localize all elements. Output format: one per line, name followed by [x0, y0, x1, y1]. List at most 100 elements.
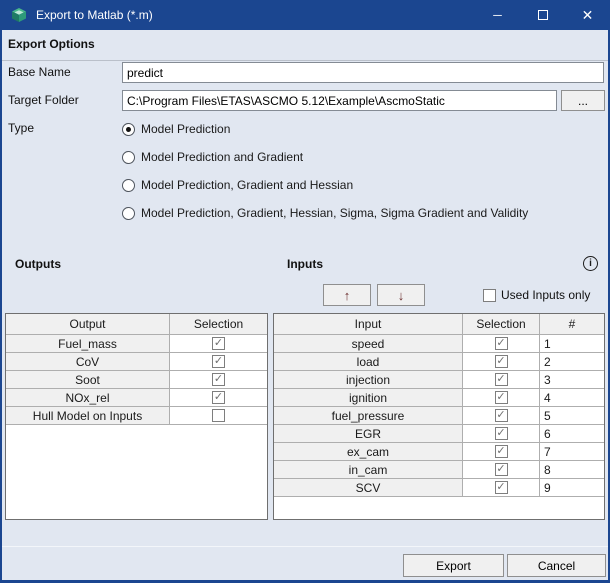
base-name-label: Base Name [8, 64, 71, 80]
table-header-row: InputSelection# [274, 314, 604, 335]
type-option[interactable]: Model Prediction and Gradient [122, 149, 303, 165]
table-row: SCV✓9 [274, 479, 604, 497]
outputs-table: OutputSelectionFuel_mass✓CoV✓Soot✓NOx_re… [5, 313, 268, 520]
row-number-cell: 5 [540, 407, 604, 425]
table-row: Fuel_mass ✓ [6, 335, 267, 353]
selection-checkbox[interactable]: ✓ [495, 355, 508, 368]
used-inputs-only-label[interactable]: Used Inputs only [501, 287, 590, 303]
row-name-cell: CoV [6, 353, 170, 371]
type-option-label[interactable]: Model Prediction and Gradient [141, 150, 303, 164]
row-number-cell: 7 [540, 443, 604, 461]
minimize-icon: ─ [493, 8, 502, 22]
table-header-row: OutputSelection [6, 314, 267, 335]
type-option-label[interactable]: Model Prediction, Gradient, Hessian, Sig… [141, 206, 528, 220]
row-selection-cell [170, 407, 267, 425]
selection-checkbox[interactable] [212, 409, 225, 422]
column-header: Input [274, 314, 463, 335]
selection-checkbox[interactable]: ✓ [495, 337, 508, 350]
down-arrow-icon: ↓ [398, 288, 405, 303]
selection-checkbox[interactable]: ✓ [495, 481, 508, 494]
row-name-cell: NOx_rel [6, 389, 170, 407]
radio-icon[interactable] [122, 151, 135, 164]
table-row: NOx_rel ✓ [6, 389, 267, 407]
inputs-table: InputSelection#speed✓1load✓2injection✓3i… [273, 313, 605, 520]
used-inputs-only[interactable]: Used Inputs only [483, 287, 590, 303]
table-row: Hull Model on Inputs [6, 407, 267, 425]
row-name-cell: injection [274, 371, 463, 389]
close-icon: ✕ [582, 7, 594, 24]
row-number-cell: 6 [540, 425, 604, 443]
maximize-button[interactable] [520, 0, 565, 30]
move-up-button[interactable]: ↑ [323, 284, 371, 306]
target-folder-input[interactable]: C:\Program Files\ETAS\ASCMO 5.12\Example… [122, 90, 557, 111]
type-option[interactable]: Model Prediction, Gradient and Hessian [122, 177, 353, 193]
selection-checkbox[interactable]: ✓ [212, 391, 225, 404]
row-name-cell: EGR [274, 425, 463, 443]
table-row: fuel_pressure ✓ 5 [274, 407, 604, 425]
row-name-cell: Soot [6, 371, 170, 389]
row-number-cell: 4 [540, 389, 604, 407]
close-button[interactable]: ✕ [565, 0, 610, 30]
table-row: ignition ✓ 4 [274, 389, 604, 407]
table-row: CoV ✓ [6, 353, 267, 371]
type-option[interactable]: Model Prediction [122, 121, 230, 137]
selection-checkbox[interactable]: ✓ [495, 427, 508, 440]
row-number-cell: 9 [540, 479, 604, 497]
column-header: # [540, 314, 604, 335]
row-name-cell: Fuel_mass [6, 335, 170, 353]
row-name-cell: ignition [274, 389, 463, 407]
row-name-cell: load [274, 353, 463, 371]
row-selection-cell: ✓ [463, 389, 540, 407]
selection-checkbox[interactable]: ✓ [212, 337, 225, 350]
selection-checkbox[interactable]: ✓ [212, 373, 225, 386]
row-number-cell: 1 [540, 335, 604, 353]
row-number-cell: 3 [540, 371, 604, 389]
info-icon[interactable]: i [583, 256, 598, 271]
outputs-heading: Outputs [15, 256, 61, 272]
selection-checkbox[interactable]: ✓ [495, 409, 508, 422]
selection-checkbox[interactable]: ✓ [495, 391, 508, 404]
used-inputs-only-checkbox[interactable] [483, 289, 496, 302]
footer-separator [2, 546, 608, 547]
radio-icon[interactable] [122, 207, 135, 220]
window-title: Export to Matlab (*.m) [36, 0, 153, 30]
selection-checkbox[interactable]: ✓ [495, 445, 508, 458]
row-selection-cell: ✓ [463, 461, 540, 479]
type-option-label[interactable]: Model Prediction [141, 122, 230, 136]
row-selection-cell: ✓ [463, 443, 540, 461]
export-to-matlab-dialog: Export to Matlab (*.m) ─ ✕ Export Option… [0, 0, 610, 583]
up-arrow-icon: ↑ [344, 288, 351, 303]
target-folder-label: Target Folder [8, 92, 79, 108]
column-header: Selection [170, 314, 267, 335]
export-button[interactable]: Export [403, 554, 504, 577]
base-name-input[interactable]: predict [122, 62, 604, 83]
row-name-cell: fuel_pressure [274, 407, 463, 425]
selection-checkbox[interactable]: ✓ [495, 463, 508, 476]
cancel-button[interactable]: Cancel [507, 554, 606, 577]
selection-checkbox[interactable]: ✓ [495, 373, 508, 386]
type-option[interactable]: Model Prediction, Gradient, Hessian, Sig… [122, 205, 528, 221]
inputs-heading: Inputs [287, 256, 323, 272]
titlebar[interactable]: Export to Matlab (*.m) ─ ✕ [0, 0, 610, 30]
selection-checkbox[interactable]: ✓ [212, 355, 225, 368]
row-selection-cell: ✓ [170, 389, 267, 407]
row-selection-cell: ✓ [463, 479, 540, 497]
table-row: ex_cam✓7 [274, 443, 604, 461]
row-selection-cell: ✓ [463, 407, 540, 425]
type-option-label[interactable]: Model Prediction, Gradient and Hessian [141, 178, 353, 192]
browse-button[interactable]: ... [561, 90, 605, 111]
radio-icon[interactable] [122, 179, 135, 192]
row-selection-cell: ✓ [170, 353, 267, 371]
row-name-cell: speed [274, 335, 463, 353]
row-selection-cell: ✓ [170, 371, 267, 389]
radio-icon[interactable] [122, 123, 135, 136]
row-selection-cell: ✓ [170, 335, 267, 353]
table-row: EGR ✓ 6 [274, 425, 604, 443]
table-row: speed ✓ 1 [274, 335, 604, 353]
type-label: Type [8, 120, 34, 136]
minimize-button[interactable]: ─ [475, 0, 520, 30]
header-separator [2, 60, 608, 61]
export-options-heading: Export Options [8, 36, 95, 52]
table-row: injection ✓ 3 [274, 371, 604, 389]
move-down-button[interactable]: ↓ [377, 284, 425, 306]
